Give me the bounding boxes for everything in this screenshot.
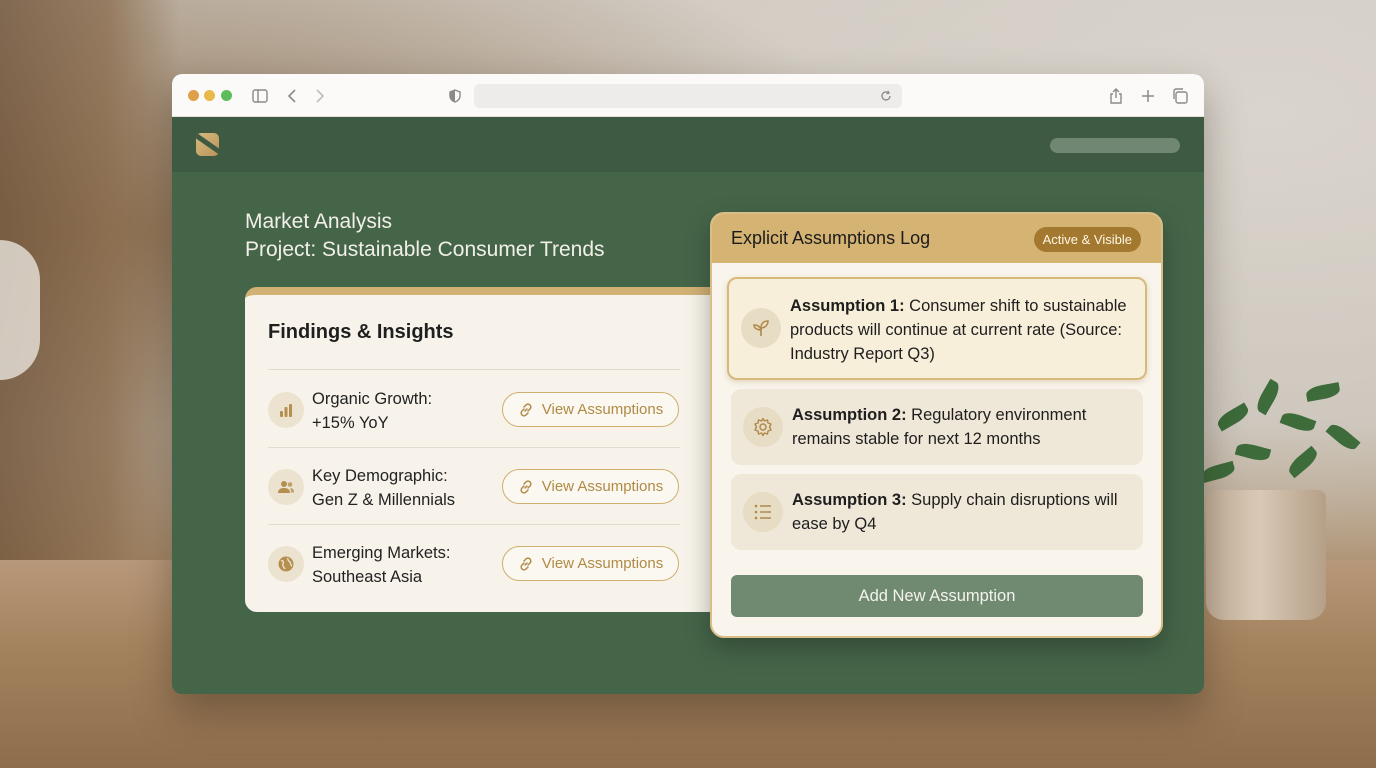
people-icon — [268, 469, 304, 505]
finding-row: Emerging Markets: Southeast Asia View As… — [268, 525, 680, 602]
assumptions-log-header: Explicit Assumptions Log Active & Visibl… — [712, 214, 1161, 263]
add-assumption-button[interactable]: Add New Assumption — [731, 575, 1143, 617]
finding-text: Organic Growth: +15% YoY — [312, 387, 432, 435]
assumption-text: Assumption 2: Regulatory environment rem… — [792, 403, 1133, 451]
back-icon[interactable] — [282, 86, 302, 106]
globe-icon — [268, 546, 304, 582]
new-tab-icon[interactable] — [1138, 86, 1158, 106]
finding-value: +15% YoY — [312, 414, 389, 432]
shield-icon[interactable] — [445, 86, 465, 106]
link-icon — [520, 402, 532, 417]
minimize-window-button[interactable] — [204, 90, 215, 101]
bar-chart-icon — [268, 392, 304, 428]
finding-value: Southeast Asia — [312, 568, 423, 586]
finding-text: Emerging Markets: Southeast Asia — [312, 541, 450, 589]
status-badge: Active & Visible — [1033, 227, 1141, 252]
finding-row: Organic Growth: +15% YoY View Assumption… — [268, 371, 680, 448]
finding-label: Key Demographic: — [312, 467, 448, 485]
page-title: Market Analysis Project: Sustainable Con… — [245, 208, 605, 264]
view-assumptions-button[interactable]: View Assumptions — [502, 392, 679, 427]
button-label: View Assumptions — [541, 401, 664, 418]
plant-pot — [1206, 490, 1326, 620]
forward-icon[interactable] — [310, 86, 330, 106]
page-title-line2: Project: Sustainable Consumer Trends — [245, 238, 605, 261]
address-bar[interactable] — [474, 84, 902, 108]
share-icon[interactable] — [1106, 86, 1126, 106]
app-logo[interactable] — [196, 133, 219, 156]
page-title-line1: Market Analysis — [245, 210, 393, 233]
findings-card: Findings & Insights Organic Growth: +15%… — [245, 287, 725, 612]
gear-icon — [743, 407, 783, 447]
assumption-label: Assumption 1: — [790, 297, 905, 315]
divider — [268, 369, 680, 370]
finding-label: Organic Growth: — [312, 390, 433, 408]
finding-row: Key Demographic: Gen Z & Millennials Vie… — [268, 448, 680, 525]
finding-value: Gen Z & Millennials — [312, 491, 456, 509]
button-label: View Assumptions — [541, 478, 664, 495]
sprout-icon — [741, 308, 781, 348]
finding-text: Key Demographic: Gen Z & Millennials — [312, 464, 455, 512]
background-lamp — [0, 240, 40, 380]
tabs-overview-icon[interactable] — [1170, 86, 1190, 106]
findings-title: Findings & Insights — [268, 321, 454, 343]
assumption-card[interactable]: Assumption 2: Regulatory environment rem… — [731, 389, 1143, 465]
assumption-text: Assumption 1: Consumer shift to sustaina… — [790, 294, 1135, 366]
background-plant — [1196, 370, 1376, 620]
link-icon — [520, 556, 532, 571]
app-header — [172, 117, 1204, 172]
assumptions-log-panel: Explicit Assumptions Log Active & Visibl… — [710, 212, 1163, 638]
link-icon — [520, 479, 532, 494]
view-assumptions-button[interactable]: View Assumptions — [502, 546, 679, 581]
list-icon — [743, 492, 783, 532]
browser-window: Market Analysis Project: Sustainable Con… — [172, 74, 1204, 694]
button-label: View Assumptions — [541, 555, 664, 572]
assumptions-log-title: Explicit Assumptions Log — [731, 228, 931, 248]
assumption-card[interactable]: Assumption 3: Supply chain disruptions w… — [731, 474, 1143, 550]
close-window-button[interactable] — [188, 90, 199, 101]
assumption-card[interactable]: Assumption 1: Consumer shift to sustaina… — [727, 277, 1147, 380]
header-placeholder-pill[interactable] — [1050, 138, 1180, 153]
assumption-label: Assumption 2: — [792, 406, 907, 424]
assumption-label: Assumption 3: — [792, 491, 907, 509]
maximize-window-button[interactable] — [221, 90, 232, 101]
view-assumptions-button[interactable]: View Assumptions — [502, 469, 679, 504]
sidebar-toggle-icon[interactable] — [250, 86, 270, 106]
reload-icon[interactable] — [876, 86, 896, 106]
assumption-text: Assumption 3: Supply chain disruptions w… — [792, 488, 1133, 536]
finding-label: Emerging Markets: — [312, 544, 451, 562]
browser-titlebar — [172, 74, 1204, 117]
